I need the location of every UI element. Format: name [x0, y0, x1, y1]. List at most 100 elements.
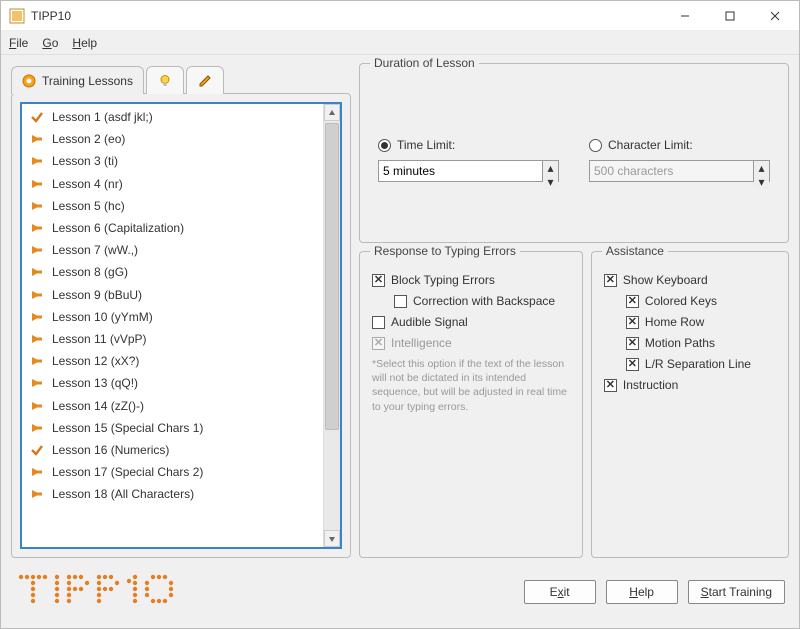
lesson-item[interactable]: Lesson 9 (bBuU) [22, 284, 323, 306]
scroll-down-button[interactable] [324, 530, 340, 547]
audible-row[interactable]: Audible Signal [372, 315, 570, 329]
right-panel: Duration of Lesson Time Limit: ▴▾ [359, 63, 789, 558]
tab-edit[interactable] [186, 66, 224, 94]
lesson-item-label: Lesson 9 (bBuU) [52, 288, 142, 302]
lesson-item[interactable]: Lesson 16 (Numerics) [22, 439, 323, 461]
checkmark-icon [30, 110, 44, 124]
lesson-item-label: Lesson 4 (nr) [52, 177, 123, 191]
time-limit-input[interactable] [378, 160, 542, 182]
tab-training-label: Training Lessons [42, 74, 133, 88]
lesson-item[interactable]: Lesson 6 (Capitalization) [22, 217, 323, 239]
char-limit-input [589, 160, 753, 182]
tab-ideas[interactable] [146, 66, 184, 94]
time-down-button[interactable]: ▾ [543, 175, 558, 189]
titlebar: TIPP10 [1, 1, 799, 31]
block-errors-checkbox[interactable]: ✕ [372, 274, 385, 287]
lesson-item[interactable]: Lesson 1 (asdf jkl;) [22, 106, 323, 128]
target-icon [22, 74, 36, 88]
lesson-item[interactable]: Lesson 18 (All Characters) [22, 483, 323, 505]
lesson-item[interactable]: Lesson 15 (Special Chars 1) [22, 417, 323, 439]
home-row-checkbox[interactable]: ✕ [626, 316, 639, 329]
block-errors-label: Block Typing Errors [391, 273, 495, 287]
correction-row[interactable]: Correction with Backspace [394, 294, 570, 308]
menubar: File Go Help [1, 31, 799, 55]
lesson-item[interactable]: Lesson 13 (qQ!) [22, 372, 323, 394]
audible-checkbox[interactable] [372, 316, 385, 329]
home-row-row[interactable]: ✕ Home Row [626, 315, 776, 329]
home-row-label: Home Row [645, 315, 704, 329]
arrow-right-icon [30, 243, 44, 257]
pencil-icon [198, 74, 212, 88]
char-up-button: ▴ [754, 161, 769, 175]
arrow-right-icon [30, 332, 44, 346]
lesson-item-label: Lesson 15 (Special Chars 1) [52, 421, 203, 435]
lesson-item-label: Lesson 5 (hc) [52, 199, 125, 213]
lesson-item-label: Lesson 16 (Numerics) [52, 443, 169, 457]
time-limit-radio[interactable] [378, 139, 391, 152]
lesson-item[interactable]: Lesson 5 (hc) [22, 195, 323, 217]
lesson-item-label: Lesson 12 (xX?) [52, 354, 139, 368]
colored-keys-checkbox[interactable]: ✕ [626, 295, 639, 308]
lesson-item[interactable]: Lesson 7 (wW.,) [22, 239, 323, 261]
time-limit-spinner[interactable]: ▴▾ [378, 160, 559, 182]
colored-keys-label: Colored Keys [645, 294, 717, 308]
correction-checkbox[interactable] [394, 295, 407, 308]
tabbar: Training Lessons [11, 63, 351, 93]
arrow-right-icon [30, 288, 44, 302]
separation-line-checkbox[interactable]: ✕ [626, 358, 639, 371]
motion-paths-checkbox[interactable]: ✕ [626, 337, 639, 350]
lesson-item[interactable]: Lesson 8 (gG) [22, 261, 323, 283]
tab-panel: Lesson 1 (asdf jkl;) Lesson 2 (eo) Lesson … [11, 93, 351, 558]
close-button[interactable] [752, 2, 797, 30]
window-title: TIPP10 [31, 9, 71, 23]
block-errors-row[interactable]: ✕ Block Typing Errors [372, 273, 570, 287]
char-limit-radio[interactable] [589, 139, 602, 152]
lesson-item[interactable]: Lesson 12 (xX?) [22, 350, 323, 372]
time-up-button[interactable]: ▴ [543, 161, 558, 175]
arrow-right-icon [30, 465, 44, 479]
lesson-item[interactable]: Lesson 3 (ti) [22, 150, 323, 172]
body: Training Lessons Lesson 1 (asdf jkl;)Les… [1, 55, 799, 562]
lesson-list: Lesson 1 (asdf jkl;) Lesson 2 (eo) Lesson … [20, 102, 342, 549]
separation-line-row[interactable]: ✕ L/R Separation Line [626, 357, 776, 371]
bottom-bar: Exit Help Start Training [1, 562, 799, 628]
assistance-group: Assistance ✕ Show Keyboard ✕ Colored Key… [591, 251, 789, 558]
scrollbar[interactable] [323, 104, 340, 547]
tab-training-lessons[interactable]: Training Lessons [11, 66, 144, 94]
show-keyboard-checkbox[interactable]: ✕ [604, 274, 617, 287]
maximize-button[interactable] [707, 2, 752, 30]
instruction-checkbox[interactable]: ✕ [604, 379, 617, 392]
duration-title: Duration of Lesson [370, 56, 479, 70]
errors-title: Response to Typing Errors [370, 244, 520, 258]
lesson-item[interactable]: Lesson 17 (Special Chars 2) [22, 461, 323, 483]
arrow-right-icon [30, 221, 44, 235]
help-button[interactable]: Help [606, 580, 678, 604]
lesson-item[interactable]: Lesson 11 (vVpP) [22, 328, 323, 350]
motion-paths-row[interactable]: ✕ Motion Paths [626, 336, 776, 350]
scroll-track[interactable] [324, 121, 340, 530]
lesson-item[interactable]: Lesson 14 (zZ()-) [22, 394, 323, 416]
char-limit-radio-row[interactable]: Character Limit: [589, 138, 770, 152]
time-limit-radio-row[interactable]: Time Limit: [378, 138, 559, 152]
minimize-button[interactable] [662, 2, 707, 30]
separation-line-label: L/R Separation Line [645, 357, 751, 371]
arrow-right-icon [30, 265, 44, 279]
lesson-item[interactable]: Lesson 2 (eo) [22, 128, 323, 150]
start-training-button[interactable]: Start Training [688, 580, 785, 604]
menu-file[interactable]: File [9, 36, 28, 50]
scroll-up-button[interactable] [324, 104, 340, 121]
lesson-item[interactable]: Lesson 10 (yYmM) [22, 306, 323, 328]
arrow-right-icon [30, 376, 44, 390]
menu-go[interactable]: Go [42, 36, 58, 50]
lightbulb-icon [158, 74, 172, 88]
exit-button[interactable]: Exit [524, 580, 596, 604]
time-limit-label: Time Limit: [397, 138, 455, 152]
instruction-row[interactable]: ✕ Instruction [604, 378, 776, 392]
menu-help[interactable]: Help [72, 36, 97, 50]
arrow-right-icon [30, 399, 44, 413]
colored-keys-row[interactable]: ✕ Colored Keys [626, 294, 776, 308]
lesson-item[interactable]: Lesson 4 (nr) [22, 173, 323, 195]
show-keyboard-row[interactable]: ✕ Show Keyboard [604, 273, 776, 287]
lesson-item-label: Lesson 2 (eo) [52, 132, 125, 146]
scroll-thumb[interactable] [325, 123, 339, 430]
